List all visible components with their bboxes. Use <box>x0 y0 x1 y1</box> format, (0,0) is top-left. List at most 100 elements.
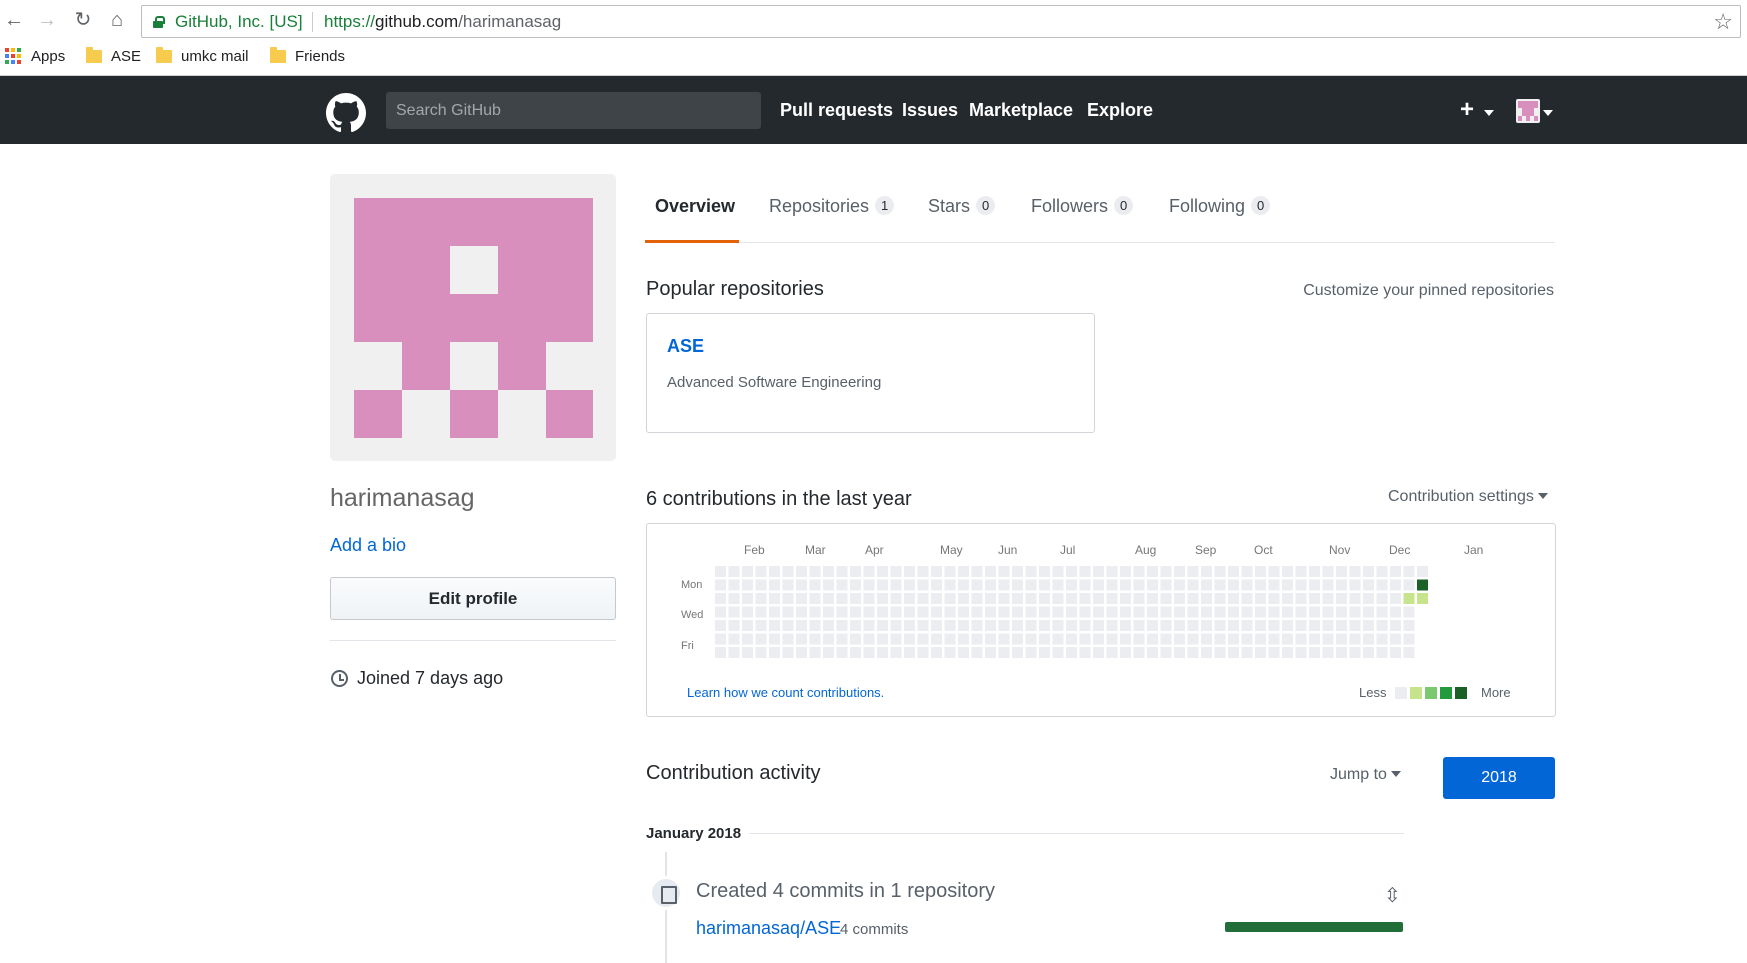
contribution-day[interactable] <box>958 593 969 604</box>
contribution-day[interactable] <box>1187 633 1199 645</box>
contribution-day[interactable] <box>1336 579 1347 591</box>
contribution-day[interactable] <box>1295 579 1307 591</box>
contribution-day[interactable] <box>1201 566 1212 577</box>
contribution-day[interactable] <box>904 647 915 658</box>
bookmark-umkc-mail[interactable]: umkc mail <box>156 46 249 66</box>
contribution-day[interactable] <box>1066 579 1077 591</box>
contribution-day[interactable] <box>890 579 902 591</box>
contribution-day[interactable] <box>1120 620 1131 631</box>
user-avatar-menu[interactable] <box>1516 99 1540 123</box>
contribution-day[interactable] <box>1309 620 1320 631</box>
contribution-day[interactable] <box>877 633 888 645</box>
contribution-day[interactable] <box>1309 566 1320 577</box>
contribution-day[interactable] <box>1295 606 1307 618</box>
contribution-day[interactable] <box>1079 620 1091 631</box>
contribution-day[interactable] <box>850 579 861 591</box>
contribution-day[interactable] <box>1309 606 1320 618</box>
contribution-day[interactable] <box>1174 606 1185 618</box>
contribution-day[interactable] <box>1012 647 1023 658</box>
contribution-day[interactable] <box>1268 593 1280 604</box>
contribution-day[interactable] <box>1282 579 1293 591</box>
contribution-day[interactable] <box>1079 647 1091 658</box>
contribution-day[interactable] <box>1012 606 1023 618</box>
contribution-day[interactable] <box>1295 566 1307 577</box>
contribution-day[interactable] <box>917 606 929 618</box>
contribution-day[interactable] <box>1417 579 1428 591</box>
contribution-day[interactable] <box>755 566 767 577</box>
contribution-day[interactable] <box>1255 593 1266 604</box>
contribution-day[interactable] <box>1322 620 1334 631</box>
contribution-day[interactable] <box>1241 593 1253 604</box>
contribution-day[interactable] <box>1282 566 1293 577</box>
contribution-day[interactable] <box>796 593 807 604</box>
contribution-day[interactable] <box>1093 606 1104 618</box>
contribution-day[interactable] <box>836 593 848 604</box>
contribution-day[interactable] <box>863 606 875 618</box>
contribution-day[interactable] <box>836 566 848 577</box>
contribution-day[interactable] <box>1147 606 1158 618</box>
contribution-day[interactable] <box>985 579 996 591</box>
contribution-day[interactable] <box>985 566 996 577</box>
contribution-day[interactable] <box>1160 647 1172 658</box>
contribution-day[interactable] <box>1390 647 1401 658</box>
contribution-day[interactable] <box>742 633 753 645</box>
reload-icon[interactable]: ↻ <box>73 10 93 30</box>
contribution-day[interactable] <box>1336 633 1347 645</box>
contribution-day[interactable] <box>823 606 834 618</box>
nav-marketplace[interactable]: Marketplace <box>969 100 1073 121</box>
contribution-day[interactable] <box>1390 566 1401 577</box>
contribution-day[interactable] <box>809 566 821 577</box>
contribution-day[interactable] <box>769 566 780 577</box>
contribution-day[interactable] <box>998 566 1010 577</box>
contribution-day[interactable] <box>1336 647 1347 658</box>
contribution-day[interactable] <box>971 620 983 631</box>
contribution-day[interactable] <box>1093 620 1104 631</box>
customize-pins-link[interactable]: Customize your pinned repositories <box>1303 282 1554 300</box>
contribution-day[interactable] <box>1147 633 1158 645</box>
contribution-day[interactable] <box>890 633 902 645</box>
contribution-day[interactable] <box>728 579 740 591</box>
tab-repositories[interactable]: Repositories 1 <box>769 196 895 217</box>
contribution-day[interactable] <box>1025 606 1037 618</box>
contribution-day[interactable] <box>944 606 956 618</box>
contribution-day[interactable] <box>1106 606 1118 618</box>
contribution-day[interactable] <box>1349 620 1361 631</box>
contribution-day[interactable] <box>944 579 956 591</box>
contribution-day[interactable] <box>1025 579 1037 591</box>
profile-avatar[interactable] <box>330 174 616 461</box>
contribution-day[interactable] <box>1052 593 1064 604</box>
contribution-day[interactable] <box>850 566 861 577</box>
contribution-day[interactable] <box>1079 579 1091 591</box>
contribution-day[interactable] <box>796 647 807 658</box>
contribution-day[interactable] <box>1255 647 1266 658</box>
contribution-day[interactable] <box>1214 633 1226 645</box>
contribution-day[interactable] <box>1120 633 1131 645</box>
contribution-day[interactable] <box>971 606 983 618</box>
contribution-day[interactable] <box>769 620 780 631</box>
contribution-day[interactable] <box>1187 579 1199 591</box>
contribution-day[interactable] <box>809 579 821 591</box>
contribution-day[interactable] <box>1133 620 1145 631</box>
contribution-day[interactable] <box>1376 579 1388 591</box>
contribution-day[interactable] <box>1376 606 1388 618</box>
contribution-day[interactable] <box>742 566 753 577</box>
contribution-day[interactable] <box>1309 593 1320 604</box>
contribution-day[interactable] <box>1120 579 1131 591</box>
contribution-day[interactable] <box>1147 579 1158 591</box>
contribution-day[interactable] <box>1160 606 1172 618</box>
nav-pull-requests[interactable]: Pull requests <box>780 100 893 121</box>
contribution-day[interactable] <box>796 620 807 631</box>
contribution-day[interactable] <box>917 566 929 577</box>
contribution-day[interactable] <box>1322 647 1334 658</box>
contribution-day[interactable] <box>728 593 740 604</box>
contribution-day[interactable] <box>1039 593 1050 604</box>
contribution-day[interactable] <box>1039 606 1050 618</box>
contribution-day[interactable] <box>863 647 875 658</box>
contribution-day[interactable] <box>782 606 794 618</box>
contribution-day[interactable] <box>1322 579 1334 591</box>
contribution-day[interactable] <box>971 593 983 604</box>
contribution-day[interactable] <box>809 606 821 618</box>
contribution-day[interactable] <box>1241 633 1253 645</box>
contribution-day[interactable] <box>823 633 834 645</box>
contribution-day[interactable] <box>1376 593 1388 604</box>
